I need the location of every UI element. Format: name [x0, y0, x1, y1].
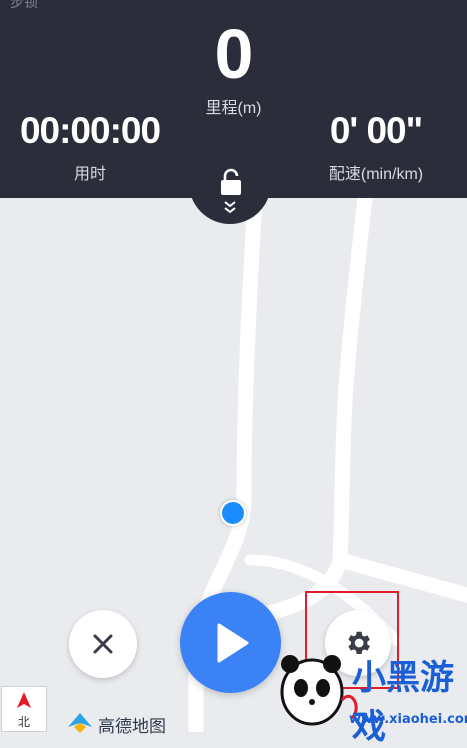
duration-label: 用时 [73, 166, 106, 183]
distance-value: 0 [214, 15, 254, 93]
current-location-marker [220, 500, 246, 526]
watermark-url: www.xiaohei.com [349, 712, 467, 727]
north-arrow-icon [17, 692, 31, 708]
status-bar-text: 步锁 [10, 0, 38, 11]
play-icon [217, 623, 248, 662]
map-provider-label: 高德地图 [98, 717, 166, 737]
compass-button[interactable]: 北 [1, 686, 47, 732]
compass-label: 北 [17, 715, 30, 729]
start-button[interactable] [180, 592, 281, 693]
close-icon [93, 634, 113, 654]
stop-button[interactable] [69, 610, 137, 678]
pace-label: 配速(min/km) [328, 166, 424, 183]
pace-value: 0' 00" [329, 110, 423, 151]
duration-value: 00:00:00 [19, 110, 161, 151]
watermark-title: 小黑游戏 [352, 658, 454, 747]
double-chevron-down-icon[interactable] [222, 200, 238, 216]
lock-icon[interactable] [219, 168, 243, 196]
amap-logo-icon [68, 713, 92, 733]
